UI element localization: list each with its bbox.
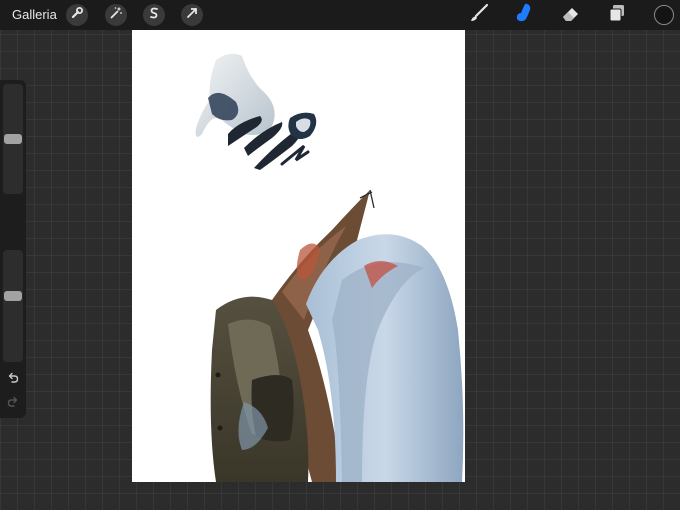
selection-button[interactable] (143, 4, 165, 26)
gallery-button[interactable]: Galleria (12, 7, 57, 22)
painting (195, 53, 464, 482)
eraser-icon (560, 2, 582, 29)
magic-wand-icon (109, 6, 123, 25)
brush-tool[interactable] (467, 3, 491, 27)
collar-fragment (195, 53, 317, 170)
left-sidebar (0, 80, 26, 418)
figure-body (210, 189, 464, 482)
undo-arrow-icon (7, 371, 19, 389)
opacity-slider[interactable] (3, 250, 23, 362)
redo-arrow-icon (7, 395, 19, 413)
opacity-thumb[interactable] (4, 290, 22, 301)
smudge-finger-icon (512, 2, 534, 29)
brush-size-thumb[interactable] (4, 134, 22, 144)
redo-button[interactable] (4, 396, 22, 412)
arrow-cursor-icon (185, 6, 199, 25)
color-picker-button[interactable] (654, 5, 674, 25)
layers-icon (606, 2, 628, 29)
brush-size-slider[interactable] (3, 84, 23, 194)
layers-button[interactable] (605, 3, 629, 27)
wrench-icon (70, 6, 84, 25)
selection-s-icon (147, 6, 161, 25)
adjustments-button[interactable] (105, 4, 127, 26)
brush-icon (468, 2, 490, 29)
eraser-tool[interactable] (559, 3, 583, 27)
smudge-tool[interactable] (511, 3, 535, 27)
top-toolbar: Galleria (0, 0, 680, 30)
transform-button[interactable] (181, 4, 203, 26)
drawing-canvas[interactable] (132, 30, 465, 482)
undo-button[interactable] (4, 372, 22, 388)
actions-button[interactable] (66, 4, 88, 26)
